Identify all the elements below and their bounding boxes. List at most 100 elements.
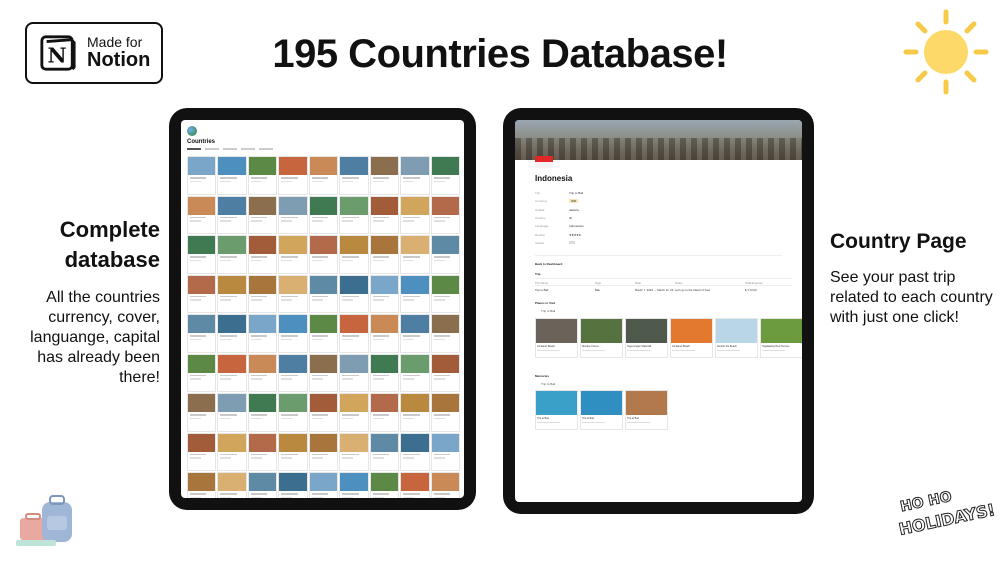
country-card[interactable] [308, 274, 339, 313]
country-card[interactable] [247, 393, 278, 432]
country-card[interactable] [187, 432, 217, 471]
country-card[interactable] [187, 235, 217, 274]
country-card[interactable] [400, 393, 430, 432]
country-card[interactable] [369, 393, 400, 432]
country-card[interactable] [339, 274, 369, 313]
trip-table-row[interactable]: Trip to Bali Bali March 7, 2023 → March 11… [535, 285, 792, 293]
country-card[interactable] [339, 472, 369, 498]
country-card[interactable] [278, 235, 308, 274]
country-card[interactable] [369, 235, 400, 274]
country-card[interactable] [187, 314, 217, 353]
country-card[interactable] [339, 235, 369, 274]
country-card[interactable] [400, 156, 430, 195]
country-card[interactable] [278, 432, 308, 471]
country-card[interactable] [187, 353, 217, 392]
gallery-card[interactable]: Jimbaran Beach [535, 318, 578, 358]
country-card[interactable] [278, 274, 308, 313]
country-card[interactable] [187, 274, 217, 313]
property-row[interactable]: Language Indonesian [535, 222, 785, 230]
country-card[interactable] [308, 393, 339, 432]
country-card[interactable] [400, 353, 430, 392]
back-to-dashboard-link[interactable]: Back to Dashboard [535, 262, 562, 266]
country-card[interactable] [217, 472, 247, 498]
country-card[interactable] [430, 235, 460, 274]
country-card[interactable] [369, 195, 400, 234]
country-card[interactable] [217, 314, 247, 353]
country-card[interactable] [430, 314, 460, 353]
country-card[interactable] [369, 432, 400, 471]
property-row[interactable]: Review ★★★★★ [535, 230, 785, 238]
country-card[interactable] [308, 472, 339, 498]
country-card[interactable] [339, 393, 369, 432]
view-tabs[interactable] [187, 148, 458, 150]
country-card[interactable] [247, 235, 278, 274]
country-card[interactable] [430, 274, 460, 313]
country-card[interactable] [308, 156, 339, 195]
country-card[interactable] [217, 195, 247, 234]
country-card[interactable] [430, 393, 460, 432]
country-card[interactable] [217, 393, 247, 432]
country-card[interactable] [430, 472, 460, 498]
country-card[interactable] [187, 393, 217, 432]
country-card[interactable] [369, 274, 400, 313]
gallery-card[interactable]: Double Six Beach [715, 318, 758, 358]
country-card[interactable] [308, 195, 339, 234]
country-card[interactable] [339, 432, 369, 471]
country-card[interactable] [339, 314, 369, 353]
gallery-card[interactable]: Tegenungan Waterfall [625, 318, 668, 358]
property-row[interactable]: Currency IDR [535, 197, 785, 205]
country-card[interactable] [400, 195, 430, 234]
country-card[interactable] [369, 353, 400, 392]
country-card[interactable] [400, 472, 430, 498]
country-card[interactable] [278, 393, 308, 432]
country-card[interactable] [187, 195, 217, 234]
country-card[interactable] [247, 432, 278, 471]
country-card[interactable] [247, 314, 278, 353]
property-row[interactable]: Capital Jakarta [535, 206, 785, 214]
country-card[interactable] [278, 156, 308, 195]
country-card[interactable] [278, 195, 308, 234]
gallery-card[interactable]: Trip to Bali [535, 390, 578, 430]
country-card[interactable] [339, 353, 369, 392]
country-card[interactable] [247, 353, 278, 392]
country-card[interactable] [369, 314, 400, 353]
country-card[interactable] [369, 472, 400, 498]
country-card[interactable] [217, 353, 247, 392]
checkbox-icon[interactable] [569, 240, 575, 244]
country-card[interactable] [217, 235, 247, 274]
country-card[interactable] [430, 353, 460, 392]
country-card[interactable] [339, 195, 369, 234]
country-card[interactable] [187, 156, 217, 195]
country-card[interactable] [308, 235, 339, 274]
country-card[interactable] [278, 353, 308, 392]
gallery-card[interactable]: Trip to Bali [580, 390, 623, 430]
country-card[interactable] [278, 472, 308, 498]
country-card[interactable] [369, 156, 400, 195]
country-card[interactable] [400, 314, 430, 353]
country-card[interactable] [400, 432, 430, 471]
country-card[interactable] [400, 235, 430, 274]
gallery-card[interactable]: Tegallalang Rice Terrace [760, 318, 802, 358]
country-card[interactable] [430, 432, 460, 471]
country-card[interactable] [247, 195, 278, 234]
country-card[interactable] [339, 156, 369, 195]
country-card[interactable] [308, 314, 339, 353]
property-row[interactable]: Country ID [535, 214, 785, 222]
country-card[interactable] [430, 156, 460, 195]
country-card[interactable] [247, 156, 278, 195]
gallery-card[interactable]: Trip to Bali [625, 390, 668, 430]
country-card[interactable] [308, 432, 339, 471]
country-card[interactable] [217, 274, 247, 313]
country-card[interactable] [217, 156, 247, 195]
country-card[interactable] [187, 472, 217, 498]
country-card[interactable] [217, 432, 247, 471]
property-row[interactable]: Trip Trip to Bali [535, 189, 785, 197]
property-row[interactable]: Visited [535, 239, 785, 247]
country-card[interactable] [247, 472, 278, 498]
country-card[interactable] [278, 314, 308, 353]
gallery-card[interactable]: Monkey Forest [580, 318, 623, 358]
country-card[interactable] [247, 274, 278, 313]
country-card[interactable] [430, 195, 460, 234]
gallery-card[interactable]: Jimbaran Beach [670, 318, 713, 358]
country-card[interactable] [308, 353, 339, 392]
